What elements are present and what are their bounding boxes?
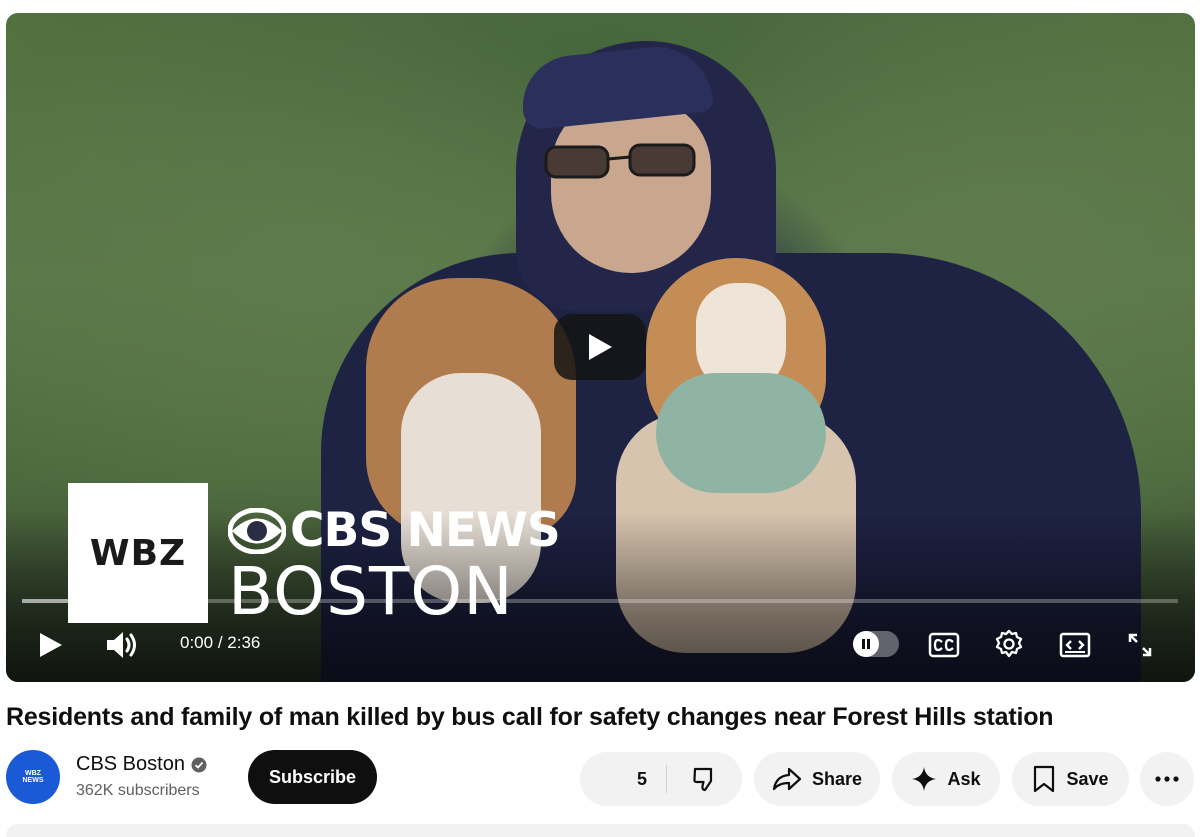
avatar-text-line2: NEWS	[22, 777, 44, 784]
cbs-news-logo: CBS NEWS	[228, 503, 561, 558]
boston-logo-text: BOSTON	[228, 553, 514, 630]
verified-badge-icon	[191, 757, 207, 773]
like-button[interactable]: 5	[580, 752, 665, 806]
subscribe-button[interactable]: Subscribe	[248, 750, 377, 804]
video-player[interactable]: WBZ CBS NEWS BOSTON 0:00 / 2:36	[6, 13, 1195, 682]
play-button[interactable]	[34, 629, 68, 661]
progress-bar[interactable]	[22, 599, 1178, 603]
channel-avatar[interactable]: WBZ NEWS	[6, 750, 60, 804]
share-icon	[772, 767, 802, 791]
time-display: 0:00 / 2:36	[180, 633, 260, 653]
more-horizontal-icon	[1155, 776, 1179, 782]
thumbs-down-icon	[692, 767, 712, 792]
autoplay-toggle[interactable]	[853, 631, 899, 657]
volume-icon	[107, 632, 136, 658]
video-title: Residents and family of man killed by bu…	[6, 703, 1054, 731]
sparkle-icon	[912, 767, 937, 791]
dislike-button[interactable]	[667, 752, 742, 806]
video-scene-dog-harness	[656, 373, 826, 493]
play-icon	[40, 633, 62, 657]
share-button[interactable]: Share	[754, 752, 880, 806]
ask-button[interactable]: Ask	[892, 752, 1000, 806]
description-box[interactable]	[6, 824, 1195, 837]
channel-name: CBS Boston	[76, 753, 185, 775]
time-separator: /	[213, 633, 228, 652]
cbs-news-text: CBS NEWS	[290, 503, 561, 558]
ask-label: Ask	[947, 768, 981, 789]
time-total: 2:36	[227, 633, 261, 652]
avatar-text: WBZ NEWS	[23, 770, 44, 784]
big-play-button[interactable]	[554, 314, 646, 380]
wbz-logo-text: WBZ	[89, 532, 187, 574]
autoplay-pause-icon	[862, 639, 870, 649]
bookmark-icon	[1034, 765, 1055, 793]
subscriber-count: 362K subscribers	[76, 782, 200, 799]
autoplay-knob	[853, 631, 879, 657]
volume-button[interactable]	[102, 627, 140, 663]
captions-button[interactable]	[924, 627, 964, 663]
like-count: 5	[636, 768, 647, 789]
avatar-text-line1: WBZ	[25, 770, 41, 777]
cbs-eye-icon	[228, 507, 286, 554]
miniplayer-icon	[1059, 632, 1091, 658]
more-actions-button[interactable]	[1140, 752, 1194, 806]
share-label: Share	[811, 768, 863, 789]
fullscreen-icon	[1128, 633, 1152, 657]
play-icon	[589, 334, 612, 360]
video-scene-glasses	[544, 143, 696, 179]
like-dislike-group: 5	[580, 752, 742, 806]
progress-buffered	[22, 599, 184, 603]
time-current: 0:00	[180, 633, 214, 652]
captions-icon	[928, 632, 960, 658]
settings-button[interactable]	[990, 625, 1028, 663]
save-button[interactable]: Save	[1012, 752, 1129, 806]
miniplayer-button[interactable]	[1056, 627, 1094, 663]
save-label: Save	[1066, 768, 1109, 789]
channel-name-link[interactable]: CBS Boston	[76, 753, 207, 776]
fullscreen-button[interactable]	[1122, 627, 1158, 663]
gear-icon	[995, 629, 1023, 658]
